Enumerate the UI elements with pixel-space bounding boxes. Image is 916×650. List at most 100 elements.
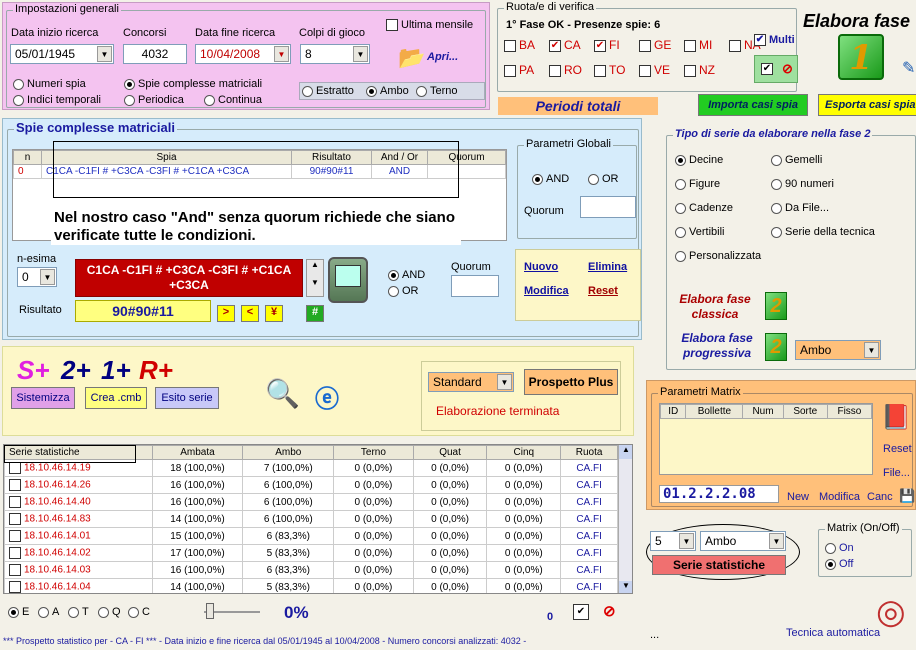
radio-icon[interactable] — [771, 178, 782, 190]
checkbox-icon[interactable] — [9, 462, 21, 474]
nesima-combo[interactable]: 0 ▼ — [17, 267, 57, 287]
bottom-radio-t[interactable]: T — [68, 606, 89, 618]
radio-icon[interactable] — [771, 202, 782, 214]
serie-option[interactable]: Vertibili — [675, 226, 770, 250]
target-icon[interactable]: ◎ — [876, 592, 906, 632]
checkbox-icon[interactable] — [684, 39, 696, 52]
progressiva-combo[interactable]: Ambo ▼ — [795, 340, 881, 360]
search-document-icon[interactable]: 🔍 — [265, 377, 300, 410]
table-row[interactable]: 18.10.46.14.03 16 (100,0%) 6 (83,3%) 0 (0,0… — [4, 561, 618, 579]
radio-icon[interactable] — [13, 94, 24, 106]
matrix-col-header[interactable]: Fisso — [826, 404, 873, 419]
stats-col-header[interactable]: Ruota — [560, 445, 618, 460]
stats-col-header[interactable]: Cinq — [486, 445, 562, 460]
radio-icon[interactable] — [124, 94, 135, 106]
radio-terno[interactable]: Terno — [416, 85, 458, 97]
radio-and-global[interactable]: AND — [532, 173, 569, 185]
wheel-checkbox-fi[interactable]: ✔ FI — [594, 38, 620, 52]
radio-icon[interactable] — [675, 178, 686, 190]
bottom-radio-c[interactable]: C — [128, 606, 150, 618]
radio-icon[interactable] — [416, 85, 427, 97]
greater-button[interactable]: > — [217, 305, 235, 322]
wheel-checkbox-ca[interactable]: ✔ CA — [549, 38, 581, 52]
matrix-code-field[interactable]: 01.2.2.2.08 — [659, 485, 779, 503]
chevron-down-icon[interactable]: ▼ — [274, 46, 289, 62]
table-row[interactable]: 18.10.46.14.40 16 (100,0%) 6 (100,0%) 0 (0,… — [4, 493, 618, 511]
checkbox-icon[interactable] — [9, 564, 21, 576]
matrix-new-button[interactable]: New — [787, 491, 809, 503]
scroll-down-icon[interactable]: ▼ — [619, 581, 632, 593]
stats-scrollbar[interactable]: ▲ ▼ — [618, 445, 632, 593]
bottom-radio-e[interactable]: E — [8, 606, 29, 618]
prospetto-plus-button[interactable]: Prospetto Plus — [524, 369, 618, 395]
apri-button[interactable]: Apri... — [427, 51, 458, 63]
matrix-modifica-button[interactable]: Modifica — [819, 491, 860, 503]
serie-option[interactable]: Figure — [675, 178, 770, 202]
radio-icon[interactable] — [675, 226, 686, 238]
radio-icon[interactable] — [532, 173, 543, 185]
radio-icon[interactable] — [204, 94, 215, 106]
checkbox-icon[interactable] — [504, 39, 516, 52]
table-row[interactable]: 18.10.46.14.04 14 (100,0%) 5 (83,3%) 0 (0,0… — [4, 578, 618, 593]
sistemizza-button[interactable]: Sistemizza — [11, 387, 75, 409]
radio-off[interactable]: Off — [825, 558, 853, 570]
chevron-down-icon[interactable]: ▼ — [40, 269, 55, 285]
radio-continua[interactable]: Continua — [204, 94, 262, 106]
bottom-radio-q[interactable]: Q — [98, 606, 121, 618]
colpi-combo[interactable]: 8 ▼ — [300, 44, 370, 64]
chevron-down-icon[interactable]: ▼ — [769, 533, 784, 549]
checkbox-icon[interactable] — [9, 547, 21, 559]
reset-link[interactable]: Reset — [588, 285, 618, 297]
hash-button[interactable]: # — [306, 305, 324, 322]
internet-explorer-icon[interactable]: ⓔ — [315, 379, 339, 414]
matrix-col-header[interactable]: ID — [659, 404, 687, 419]
checkbox-icon[interactable] — [9, 530, 21, 542]
radio-icon[interactable] — [68, 606, 79, 618]
radio-periodica[interactable]: Periodica — [124, 94, 184, 106]
radio-numeri-spia[interactable]: Numeri spia — [13, 78, 86, 90]
checkbox-icon[interactable]: ✔ — [754, 34, 766, 47]
phone-icon[interactable] — [328, 257, 368, 303]
radio-or-global[interactable]: OR — [588, 173, 619, 185]
book-icon[interactable]: 📕 — [881, 403, 911, 432]
table-row[interactable]: 18.10.46.14.02 17 (100,0%) 5 (83,3%) 0 (0,0… — [4, 544, 618, 562]
check-all-icon[interactable]: ✔ — [761, 63, 773, 75]
stats-col-header[interactable]: Terno — [333, 445, 414, 460]
data-fine-combo[interactable]: 10/04/2008 ▼ — [195, 44, 291, 64]
formula-scrollbar[interactable]: ▲ ▼ — [306, 259, 324, 297]
serie-option[interactable]: Gemelli — [771, 154, 911, 178]
yen-button[interactable]: ¥ — [265, 305, 283, 322]
radio-icon[interactable] — [675, 202, 686, 214]
matrix-reset-button[interactable]: Reset — [883, 443, 912, 455]
matrix-num-combo[interactable]: 5 ▼ — [650, 531, 696, 551]
radio-on[interactable]: On — [825, 542, 854, 554]
radio-icon[interactable] — [302, 85, 313, 97]
tool-icon[interactable]: ✎ — [902, 58, 915, 78]
wheel-checkbox-mi[interactable]: MI — [684, 38, 712, 52]
importa-casi-spia-button[interactable]: Importa casi spia — [698, 94, 808, 116]
standard-combo[interactable]: Standard ▼ — [428, 372, 514, 392]
checkbox-icon[interactable] — [9, 581, 21, 593]
wheel-checkbox-nz[interactable]: NZ — [684, 63, 715, 77]
slider-thumb[interactable] — [206, 603, 214, 619]
wheel-checkbox-ba[interactable]: BA — [504, 38, 535, 52]
data-inizio-combo[interactable]: 05/01/1945 ▼ — [10, 44, 114, 64]
ultima-mensile-checkbox[interactable]: Ultima mensile — [386, 19, 473, 32]
checkbox-icon[interactable] — [549, 64, 561, 77]
serie-option[interactable]: 90 numeri — [771, 178, 911, 202]
checkbox-icon[interactable]: ✔ — [594, 39, 606, 52]
chevron-down-icon[interactable]: ▼ — [97, 46, 112, 62]
wheel-checkbox-ve[interactable]: VE — [639, 63, 670, 77]
stop-icon[interactable]: ⊘ — [603, 602, 616, 620]
radio-icon[interactable] — [366, 85, 377, 97]
cancel-icon[interactable]: ⊘ — [782, 61, 793, 77]
radio-icon[interactable] — [388, 269, 399, 281]
matrix-canc-button[interactable]: Canc — [867, 491, 893, 503]
table-row[interactable]: 18.10.46.14.83 14 (100,0%) 6 (100,0%) 0 (0,… — [4, 510, 618, 528]
col-n[interactable]: n — [13, 150, 42, 165]
folder-icon[interactable]: 📂 — [398, 45, 425, 71]
checkbox-icon[interactable] — [9, 496, 21, 508]
matrix-sorte-combo[interactable]: Ambo ▼ — [700, 531, 786, 551]
save-icon[interactable]: 💾 — [899, 488, 915, 504]
stats-col-header[interactable]: Ambata — [151, 445, 244, 460]
